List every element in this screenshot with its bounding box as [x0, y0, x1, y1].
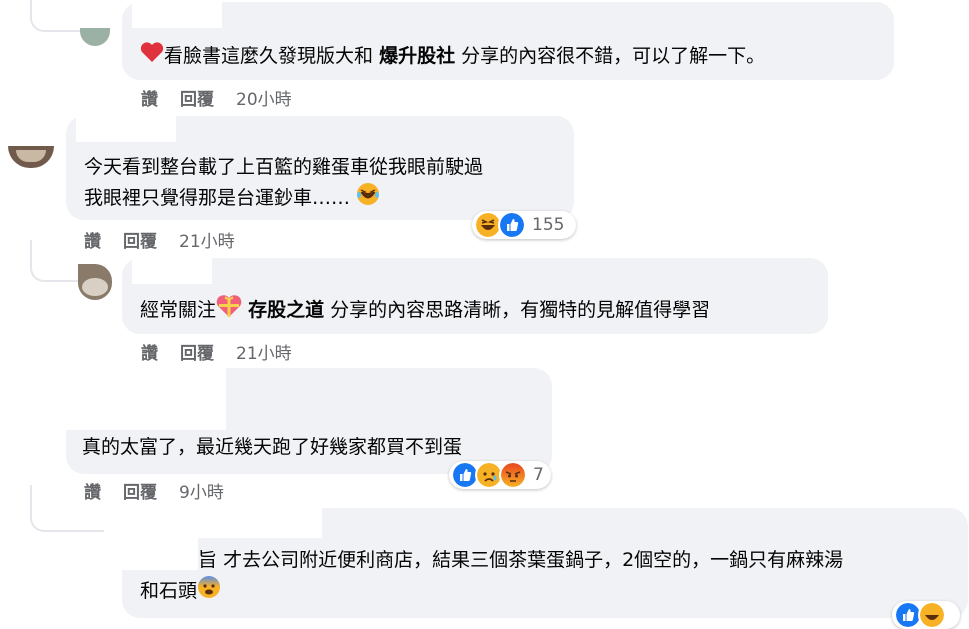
comment-text-line: 真的太富了，最近幾天跑了好幾家都買不到蛋 [82, 436, 463, 458]
comment-actions: 讚 回覆 9小時 [84, 478, 224, 503]
thread-line [30, 0, 82, 32]
redacted-author-name [66, 368, 226, 430]
comment-text: 看臉書這麼久發現版大和 [164, 45, 374, 67]
redacted-author-name [122, 538, 198, 570]
comment-actions: 讚 回覆 20小時 [141, 85, 292, 110]
redacted-author-name [132, 2, 222, 28]
redacted-author-name [76, 116, 176, 142]
comment-text-line: 才去公司附近便利商店，結果三個茶葉蛋鍋子，2個空的，一鍋只有麻辣湯 [223, 549, 844, 571]
reaction-count: 7 [533, 465, 544, 485]
comment-bubble: 旨 才去公司附近便利商店，結果三個茶葉蛋鍋子，2個空的，一鍋只有麻辣湯 和石頭 [122, 508, 968, 618]
like-button[interactable]: 讚 [141, 85, 158, 110]
gift-heart-emoji-icon [216, 294, 242, 327]
like-button[interactable]: 讚 [84, 227, 101, 252]
reply-button[interactable]: 回覆 [180, 339, 214, 364]
like-reaction-icon [498, 211, 526, 239]
reply-button[interactable]: 回覆 [123, 227, 157, 252]
reply-button[interactable]: 回覆 [123, 478, 157, 503]
comment-bubble: 經常關注 存股之道 分享的內容思路清晰，有獨特的見解值得學習 [122, 258, 828, 334]
comment-text-line: 和石頭 [140, 580, 198, 602]
angry-reaction-icon [499, 461, 527, 489]
like-button[interactable]: 讚 [141, 339, 158, 364]
timestamp[interactable]: 9小時 [179, 478, 224, 503]
like-button[interactable]: 讚 [84, 478, 101, 503]
comment-text-line: 今天看到整台載了上百籃的雞蛋車從我眼前駛過 [84, 156, 484, 178]
reply-button[interactable]: 回覆 [180, 85, 214, 110]
timestamp[interactable]: 21小時 [179, 227, 235, 252]
redacted-author-name [122, 508, 322, 538]
comment-text-line: 我眼裡只覺得那是台運鈔車…… [84, 187, 351, 209]
comment-bubble: 看臉書這麼久發現版大和 爆升股社 分享的內容很不錯，可以了解一下。 [122, 2, 894, 80]
mention-link[interactable]: 存股之道 [248, 299, 324, 321]
comment-actions: 讚 回覆 21小時 [141, 339, 292, 364]
redacted-author-name [132, 258, 212, 284]
comment-text: 經常關注 [140, 299, 217, 321]
reaction-summary[interactable]: 7 [449, 461, 551, 489]
comment-text: 分享的內容很不錯，可以了解一下。 [461, 45, 766, 67]
reaction-summary[interactable]: 155 [472, 211, 576, 239]
comment-bubble: 今天看到整台載了上百籃的雞蛋車從我眼前駛過 我眼裡只覺得那是台運鈔車…… [66, 116, 574, 220]
timestamp[interactable]: 20小時 [236, 85, 292, 110]
comment-text: 分享的內容思路清晰，有獨特的見解值得學習 [330, 299, 711, 321]
laughing-tears-emoji-icon [356, 182, 380, 215]
avatar[interactable] [78, 264, 112, 300]
avatar[interactable] [8, 146, 54, 168]
heart-emoji-icon [140, 41, 164, 72]
comment-actions: 讚 回覆 21小時 [84, 227, 235, 252]
reaction-summary[interactable] [892, 601, 960, 629]
reaction-count: 155 [532, 215, 565, 235]
author-name-fragment: 旨 [198, 549, 218, 571]
timestamp[interactable]: 21小時 [236, 339, 292, 364]
haha-reaction-icon [918, 601, 946, 629]
avatar[interactable] [80, 28, 110, 46]
thread-line [30, 240, 82, 282]
mention-link[interactable]: 爆升股社 [379, 45, 455, 67]
anxious-sweat-emoji-icon [197, 575, 221, 608]
comment-bubble: 真的太富了，最近幾天跑了好幾家都買不到蛋 [66, 368, 552, 474]
